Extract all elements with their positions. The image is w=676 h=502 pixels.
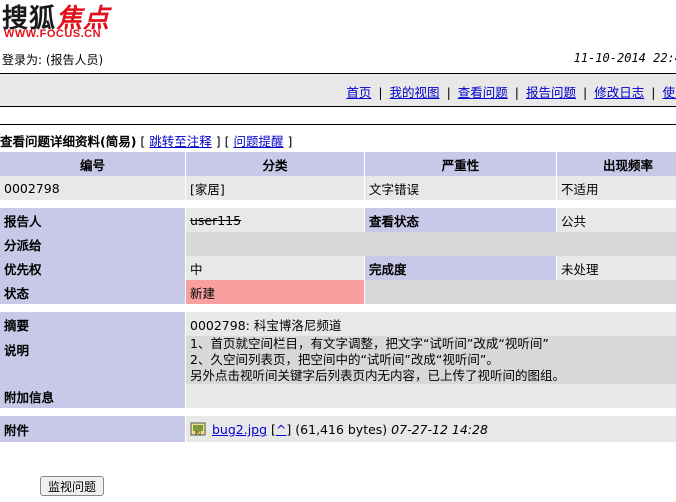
attachment-size: (61,416 bytes)	[295, 422, 388, 437]
assigned-label: 分派给	[0, 232, 186, 256]
nav-view-issues[interactable]: 查看问题	[458, 85, 508, 100]
focus-logo[interactable]: 搜狐焦点 WWW.FOCUS.CN	[0, 0, 200, 44]
table-row: 0002798 [家居] 文字错误 不适用	[0, 176, 676, 200]
table-row: 附件 JPG bug2.jpg [^] (61,416 bytes) 07-27…	[0, 416, 676, 442]
table-row: 状态 新建	[0, 280, 676, 304]
page-title-row: 查看问题详细资料(简易) [ 跳转至注释 ] [ 问题提醒 ]	[0, 124, 676, 150]
nav-docs[interactable]: 使用说	[662, 85, 676, 100]
page-title: 查看问题详细资料(简易)	[0, 134, 137, 149]
status-badge: 新建	[186, 280, 365, 304]
description-label: 说明	[0, 336, 186, 384]
attachment-label: 附件	[0, 416, 186, 442]
issue-frequency: 不适用	[557, 176, 676, 200]
summary-value: 0002798: 科宝博洛尼频道	[186, 312, 676, 336]
attachment-value: JPG bug2.jpg [^] (61,416 bytes) 07-27-12…	[186, 416, 676, 442]
description-line: 1、首页就空间栏目，有文字调整，把文字“试听间”改成“视听间”	[190, 336, 549, 351]
image-file-icon: JPG	[190, 422, 206, 436]
table-row: 说明 1、首页就空间栏目，有文字调整，把文字“试听间”改成“视听间” 2、久空间…	[0, 336, 676, 384]
main-nav: 首页|我的视图|查看问题|报告问题|修改日志|使用说	[0, 73, 676, 107]
issue-severity: 文字错误	[365, 176, 557, 200]
login-status: 登录为: (报告人员)	[2, 53, 104, 67]
header-category: 分类	[186, 152, 365, 176]
extra-info-value	[186, 384, 676, 408]
status-label: 状态	[0, 280, 186, 304]
view-status-label: 查看状态	[365, 208, 557, 232]
table-row: 报告人 user115 查看状态 公共	[0, 208, 676, 232]
nav-report-issue[interactable]: 报告问题	[526, 85, 576, 100]
current-datetime: 11-10-2014 22:4	[573, 51, 676, 65]
priority-value: 中	[186, 256, 365, 280]
extra-info-label: 附加信息	[0, 384, 186, 408]
resolution-value: 未处理	[557, 256, 676, 280]
table-row: 优先权 中 完成度 未处理	[0, 256, 676, 280]
description-line: 另外点击视听间关键字后列表页内无内容，已上传了视听间的图组。	[190, 368, 566, 383]
nav-changelog[interactable]: 修改日志	[594, 85, 644, 100]
table-row: 摘要 0002798: 科宝博洛尼频道	[0, 312, 676, 336]
resolution-label: 完成度	[365, 256, 557, 280]
header-severity: 严重性	[365, 152, 557, 176]
nav-my-view[interactable]: 我的视图	[390, 85, 440, 100]
view-status-value: 公共	[557, 208, 676, 232]
svg-text:JPG: JPG	[194, 431, 202, 436]
table-row: 附加信息	[0, 384, 676, 408]
reporter-label: 报告人	[0, 208, 186, 232]
issue-category: [家居]	[186, 176, 365, 200]
issue-reminder-link[interactable]: 问题提醒	[234, 134, 284, 149]
logo-english: WWW.FOCUS.CN	[4, 28, 102, 40]
attachment-file-link[interactable]: bug2.jpg	[212, 422, 267, 437]
table-row: 分派给	[0, 232, 676, 256]
header-id: 编号	[0, 152, 186, 176]
priority-label: 优先权	[0, 256, 186, 280]
summary-label: 摘要	[0, 312, 186, 336]
table-header-row: 编号 分类 严重性 出现频率	[0, 152, 676, 176]
issue-id: 0002798	[0, 176, 186, 200]
monitor-issue-button[interactable]: 监视问题	[40, 476, 105, 496]
assigned-value	[186, 232, 676, 256]
nav-home[interactable]: 首页	[346, 85, 371, 100]
header-frequency: 出现频率	[557, 152, 676, 176]
description-value: 1、首页就空间栏目，有文字调整，把文字“试听间”改成“视听间” 2、久空间列表页…	[186, 336, 676, 384]
issue-details-table: 编号 分类 严重性 出现频率 0002798 [家居] 文字错误 不适用 报告人…	[0, 152, 676, 442]
description-line: 2、久空间列表页，把空间中的“试听间”改成“视听间”。	[190, 352, 499, 367]
reporter-value: user115	[190, 212, 242, 228]
attachment-date: 07-27-12 14:28	[391, 422, 488, 437]
jump-to-notes-link[interactable]: 跳转至注释	[149, 134, 212, 149]
attachment-open-link[interactable]: ^	[276, 422, 286, 437]
